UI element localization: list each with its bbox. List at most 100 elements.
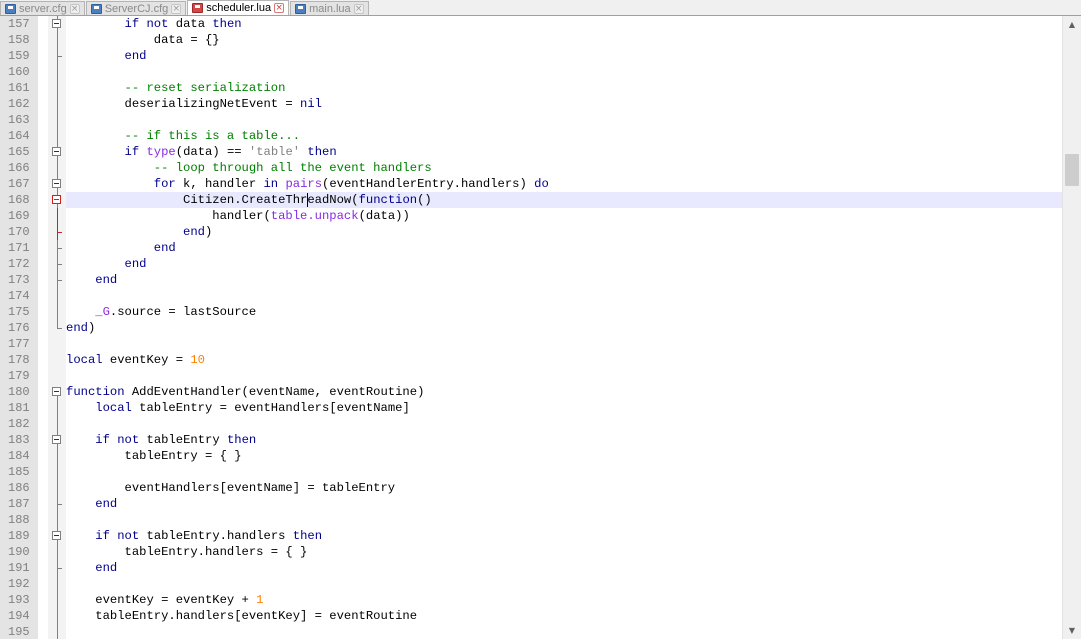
- code-line[interactable]: 195: [0, 624, 1062, 639]
- scrollbar-thumb[interactable]: [1065, 154, 1079, 186]
- code-line[interactable]: 179: [0, 368, 1062, 384]
- code-line[interactable]: 188: [0, 512, 1062, 528]
- fold-minus-icon[interactable]: [52, 387, 61, 396]
- code-line[interactable]: 178 local eventKey = 10: [0, 352, 1062, 368]
- code-line[interactable]: 170 end): [0, 224, 1062, 240]
- close-icon[interactable]: ×: [171, 3, 182, 14]
- code-line[interactable]: 165 if type(data) == 'table' then: [0, 144, 1062, 160]
- code-text[interactable]: if type(data) == 'table' then: [66, 144, 1062, 160]
- code-text[interactable]: if not tableEntry.handlers then: [66, 528, 1062, 544]
- code-text[interactable]: [66, 416, 1062, 432]
- code-text[interactable]: end: [66, 256, 1062, 272]
- code-text[interactable]: eventHandlers[eventName] = tableEntry: [66, 480, 1062, 496]
- code-line[interactable]: 158 data = {}: [0, 32, 1062, 48]
- code-text[interactable]: [66, 512, 1062, 528]
- code-line[interactable]: 192: [0, 576, 1062, 592]
- code-line[interactable]: 187 end: [0, 496, 1062, 512]
- tab-servercj-cfg[interactable]: ServerCJ.cfg ×: [85, 1, 187, 15]
- code-line[interactable]: 164 -- if this is a table...: [0, 128, 1062, 144]
- code-line[interactable]: 180 function AddEventHandler(eventName, e…: [0, 384, 1062, 400]
- code-text[interactable]: tableEntry.handlers = { }: [66, 544, 1062, 560]
- tab-main-lua[interactable]: main.lua ×: [290, 1, 369, 15]
- code-line[interactable]: 171 end: [0, 240, 1062, 256]
- code-line[interactable]: 190 tableEntry.handlers = { }: [0, 544, 1062, 560]
- fold-minus-icon[interactable]: [52, 19, 61, 28]
- fold-minus-icon[interactable]: [52, 531, 61, 540]
- code-text[interactable]: handler(table.unpack(data)): [66, 208, 1062, 224]
- code-text[interactable]: end: [66, 272, 1062, 288]
- code-text[interactable]: tableEntry = { }: [66, 448, 1062, 464]
- code-text[interactable]: [66, 288, 1062, 304]
- code-text[interactable]: local eventKey = 10: [66, 352, 1062, 368]
- vertical-scrollbar[interactable]: ▲ ▼: [1062, 16, 1081, 639]
- code-line[interactable]: 191 end: [0, 560, 1062, 576]
- code-line[interactable]: 183 if not tableEntry then: [0, 432, 1062, 448]
- code-text[interactable]: function AddEventHandler(eventName, even…: [66, 384, 1062, 400]
- code-line[interactable]: 184 tableEntry = { }: [0, 448, 1062, 464]
- code-text[interactable]: end): [66, 224, 1062, 240]
- scroll-down-arrow-icon[interactable]: ▼: [1063, 622, 1081, 639]
- code-text[interactable]: [66, 64, 1062, 80]
- close-icon[interactable]: ×: [353, 3, 364, 14]
- code-line[interactable]: 182: [0, 416, 1062, 432]
- code-line[interactable]: 174: [0, 288, 1062, 304]
- code-text[interactable]: -- if this is a table...: [66, 128, 1062, 144]
- code-line[interactable]: 162 deserializingNetEvent = nil: [0, 96, 1062, 112]
- code-text[interactable]: data = {}: [66, 32, 1062, 48]
- code-line[interactable]: 168 Citizen.CreateThreadNow(function(): [0, 192, 1062, 208]
- code-text[interactable]: end): [66, 320, 1062, 336]
- fold-minus-icon[interactable]: [52, 147, 61, 156]
- code-line[interactable]: 181 local tableEntry = eventHandlers[eve…: [0, 400, 1062, 416]
- code-text[interactable]: -- reset serialization: [66, 80, 1062, 96]
- tab-scheduler-lua[interactable]: scheduler.lua ×: [187, 0, 290, 15]
- code-text[interactable]: if not data then: [66, 16, 1062, 32]
- close-icon[interactable]: ×: [69, 3, 80, 14]
- code-text[interactable]: deserializingNetEvent = nil: [66, 96, 1062, 112]
- code-text[interactable]: [66, 368, 1062, 384]
- code-text[interactable]: [66, 624, 1062, 639]
- close-icon[interactable]: ×: [274, 3, 285, 13]
- code-line[interactable]: 186 eventHandlers[eventName] = tableEntr…: [0, 480, 1062, 496]
- code-line[interactable]: 176 end): [0, 320, 1062, 336]
- code-line[interactable]: 169 handler(table.unpack(data)): [0, 208, 1062, 224]
- code-line[interactable]: 193 eventKey = eventKey + 1: [0, 592, 1062, 608]
- code-line[interactable]: 173 end: [0, 272, 1062, 288]
- code-line[interactable]: 167 for k, handler in pairs(eventHandler…: [0, 176, 1062, 192]
- code-text[interactable]: end: [66, 48, 1062, 64]
- code-line[interactable]: 189 if not tableEntry.handlers then: [0, 528, 1062, 544]
- code-text[interactable]: local tableEntry = eventHandlers[eventNa…: [66, 400, 1062, 416]
- code-line[interactable]: 177: [0, 336, 1062, 352]
- code-text[interactable]: end: [66, 240, 1062, 256]
- code-text[interactable]: [66, 336, 1062, 352]
- code-line[interactable]: 185: [0, 464, 1062, 480]
- code-text[interactable]: eventKey = eventKey + 1: [66, 592, 1062, 608]
- code-text[interactable]: -- loop through all the event handlers: [66, 160, 1062, 176]
- code-line[interactable]: 175 _G.source = lastSource: [0, 304, 1062, 320]
- code-text[interactable]: Citizen.CreateThreadNow(function(): [66, 192, 1062, 208]
- fold-minus-icon[interactable]: [52, 179, 61, 188]
- code-editor[interactable]: 157 if not data then 158 data = {} 159 end…: [0, 16, 1062, 639]
- code-line[interactable]: 172 end: [0, 256, 1062, 272]
- code-line[interactable]: 159 end: [0, 48, 1062, 64]
- code-line[interactable]: 160: [0, 64, 1062, 80]
- code-text[interactable]: _G.source = lastSource: [66, 304, 1062, 320]
- code-text[interactable]: end: [66, 560, 1062, 576]
- code-line[interactable]: 157 if not data then: [0, 16, 1062, 32]
- fold-minus-icon[interactable]: [52, 195, 61, 204]
- code-line[interactable]: 194 tableEntry.handlers[eventKey] = even…: [0, 608, 1062, 624]
- code-line[interactable]: 163: [0, 112, 1062, 128]
- code-text[interactable]: end: [66, 496, 1062, 512]
- code-text[interactable]: if not tableEntry then: [66, 432, 1062, 448]
- code-text[interactable]: for k, handler in pairs(eventHandlerEntr…: [66, 176, 1062, 192]
- code-text[interactable]: [66, 112, 1062, 128]
- code-text[interactable]: tableEntry.handlers[eventKey] = eventRou…: [66, 608, 1062, 624]
- code-line[interactable]: 161 -- reset serialization: [0, 80, 1062, 96]
- code-line[interactable]: 166 -- loop through all the event handle…: [0, 160, 1062, 176]
- fold-minus-icon[interactable]: [52, 435, 61, 444]
- code-text[interactable]: [66, 464, 1062, 480]
- scroll-up-arrow-icon[interactable]: ▲: [1063, 16, 1081, 33]
- code-text[interactable]: [66, 576, 1062, 592]
- tab-server-cfg[interactable]: server.cfg ×: [0, 1, 85, 15]
